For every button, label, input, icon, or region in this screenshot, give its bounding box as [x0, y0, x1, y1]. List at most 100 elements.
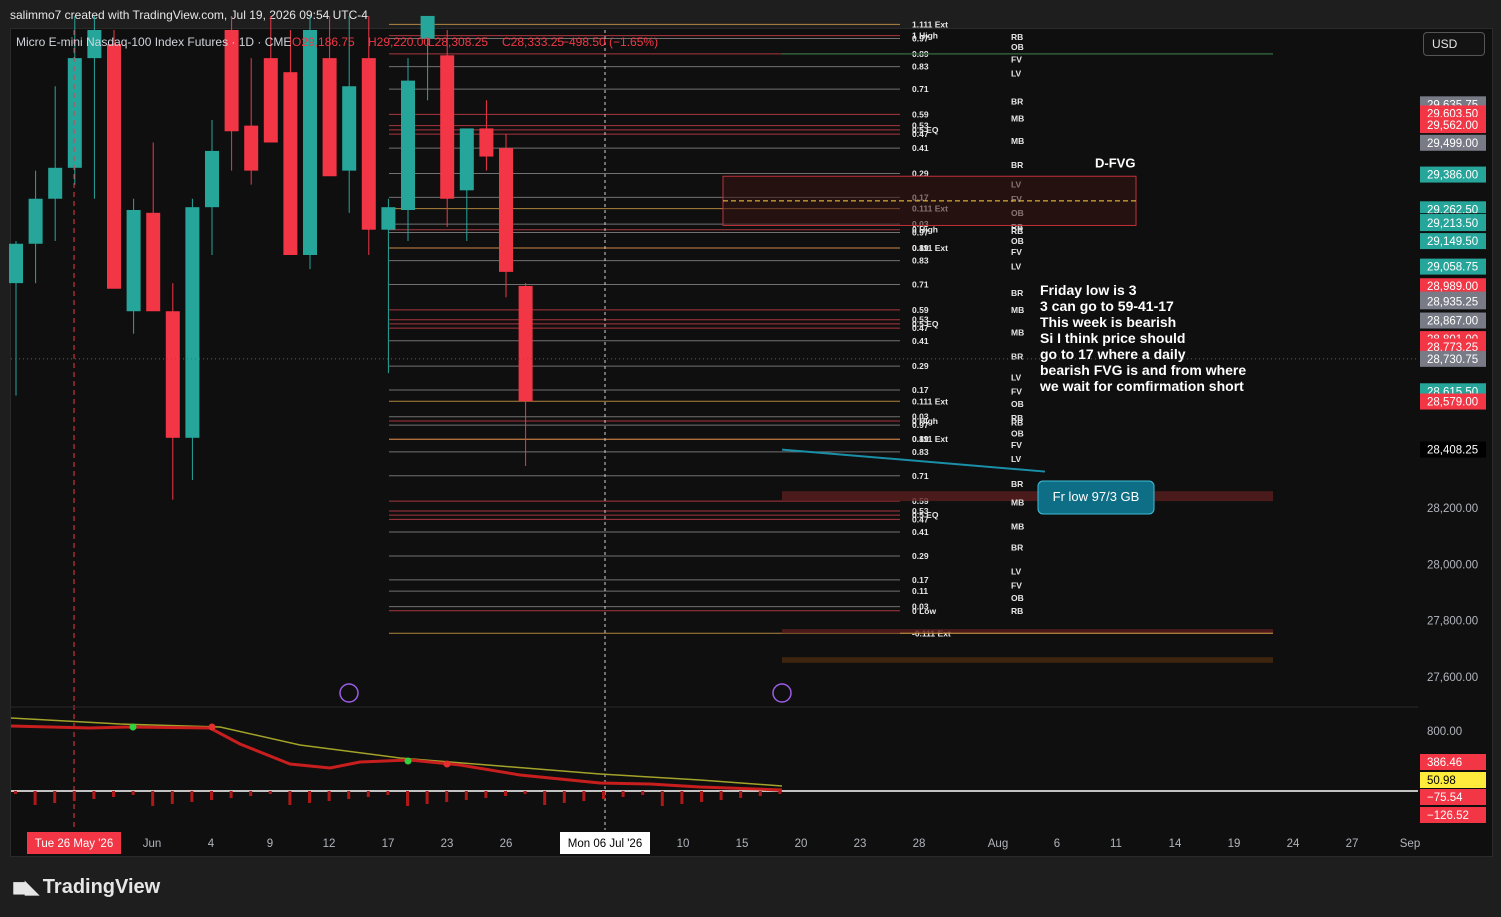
- price-tag-text: 28,989.00: [1427, 281, 1478, 293]
- zone-label: OB: [1011, 236, 1024, 246]
- level-band: [782, 629, 1273, 634]
- zone-label: RB: [1011, 32, 1023, 42]
- histogram-bar: [268, 791, 272, 794]
- histogram-bar: [210, 791, 213, 800]
- zone-label: LV: [1011, 454, 1022, 464]
- time-tick: 9: [267, 838, 273, 850]
- currency-button[interactable]: USD: [1423, 32, 1485, 56]
- zone-label: MB: [1011, 114, 1024, 124]
- time-tick: 4: [208, 838, 215, 850]
- zone-label: LV: [1011, 261, 1022, 271]
- candle-body: [381, 207, 396, 230]
- histogram-bar: [582, 791, 586, 801]
- zone-label: MB: [1011, 521, 1024, 531]
- time-tick: 10: [677, 838, 690, 850]
- fib-label: 0.71: [912, 280, 929, 290]
- histogram-bar: [308, 791, 311, 803]
- fib-label: 0.83: [912, 62, 929, 72]
- candle-body: [165, 311, 180, 438]
- histogram-bar: [445, 791, 449, 802]
- cross-dot: [443, 760, 451, 768]
- fib-label: 0.111 Ext: [912, 396, 948, 406]
- legend-symbol: Micro E-mini Nasdaq-100 Index Futures · …: [16, 35, 291, 49]
- candle-body: [48, 167, 63, 199]
- price-axis: 28,200.0028,000.0027,800.0027,600.0029,6…: [1420, 96, 1486, 823]
- candlestick-chart[interactable]: 1.111 Ext1 High0.970.890.830.710.590.530…: [0, 0, 1501, 917]
- candle-body: [401, 80, 415, 210]
- fib-label: 0.59: [912, 305, 929, 315]
- histogram-bar: [386, 791, 390, 795]
- tradingview-logo: ◼◣ TradingView: [12, 876, 160, 899]
- indicator-tag-text: −126.52: [1427, 810, 1469, 822]
- zone-label: BR: [1011, 97, 1023, 107]
- price-tag-text: 28,935.25: [1427, 296, 1478, 308]
- fib-label: 0.41: [912, 527, 929, 537]
- histogram-bar: [641, 791, 645, 795]
- histogram-bar: [347, 791, 351, 799]
- time-tick: 26: [500, 838, 513, 850]
- indicator-tag-text: 386.46: [1427, 757, 1462, 769]
- histogram-bar: [249, 791, 253, 796]
- histogram-bar: [425, 791, 429, 804]
- candle-body: [244, 125, 259, 171]
- time-tick: Jun: [143, 838, 162, 850]
- histogram-bar: [778, 791, 782, 794]
- time-axis: Jun 4 9 12 17 23 26 10 15 20 23 28 Aug 6 11 14 19 24 27 Sep…: [27, 832, 1420, 854]
- histogram-bar: [366, 791, 370, 797]
- zone-label: OB: [1011, 429, 1024, 439]
- level-band: [782, 657, 1273, 663]
- note-line: bearish FVG is and from where: [1040, 362, 1246, 378]
- indicator-tag-text: −75.54: [1427, 792, 1463, 804]
- zone-label: MB: [1011, 498, 1024, 508]
- histogram-bar: [92, 791, 96, 799]
- event-icon: [772, 683, 792, 703]
- level-band: [782, 491, 1273, 502]
- zone-label: FV: [1011, 55, 1022, 65]
- fib-label: 0.97: [912, 33, 929, 43]
- candle-body: [440, 55, 455, 199]
- note-line: go to 17 where a daily: [1040, 346, 1186, 362]
- zone-label: FV: [1011, 440, 1022, 450]
- zone-label: LV: [1011, 566, 1022, 576]
- crosshair-date-text: Mon 06 Jul '26: [568, 838, 642, 850]
- fib-label: 0.71: [912, 84, 929, 94]
- histogram-bar: [327, 791, 331, 801]
- histogram-bar: [602, 791, 605, 799]
- fib-label: 0.11: [912, 586, 928, 596]
- note-line: we wait for comfirmation short: [1039, 378, 1244, 394]
- fib-label: 0.59: [912, 109, 929, 119]
- candle-body: [342, 86, 357, 171]
- fib-label: 0.41: [912, 143, 929, 153]
- dfvg-label: D-FVG: [1095, 155, 1135, 170]
- time-tick: 23: [441, 838, 454, 850]
- time-tick: Aug: [988, 838, 1008, 850]
- candle-body: [518, 285, 533, 402]
- fib-label: 0.97: [912, 228, 929, 238]
- histogram-bar: [190, 791, 194, 802]
- zone-label: FV: [1011, 386, 1022, 396]
- histogram-bar: [660, 791, 664, 806]
- candle-body: [499, 148, 513, 272]
- histogram-bar: [543, 791, 547, 805]
- histogram-bar: [680, 791, 684, 804]
- zone-label: BR: [1011, 160, 1023, 170]
- indicator-pane: [10, 706, 1418, 806]
- histogram-bar: [739, 791, 743, 798]
- zone-label: RB: [1011, 226, 1023, 236]
- note-line: Si I think price should: [1040, 330, 1185, 346]
- candle-body: [263, 58, 278, 143]
- zone-label: OB: [1011, 399, 1024, 409]
- fib-label: 0.17: [912, 385, 929, 395]
- price-tag-text: 29,499.00: [1427, 138, 1478, 150]
- zone-label: BR: [1011, 351, 1023, 361]
- note-line: Friday low is 3: [1040, 282, 1137, 298]
- histogram-bar: [504, 791, 507, 796]
- histogram-bar: [53, 791, 57, 803]
- fib-label: 0 Low: [912, 606, 936, 616]
- annotations: D-FVG Fr low 97/3 GB Friday low is 33 can …: [11, 30, 1418, 830]
- histogram-bar: [112, 791, 115, 797]
- fib-label: 0.111 Ext: [912, 434, 948, 444]
- zone-label: BR: [1011, 479, 1023, 489]
- brand-text: TradingView: [42, 876, 161, 898]
- fib-label: 0.71: [912, 471, 929, 481]
